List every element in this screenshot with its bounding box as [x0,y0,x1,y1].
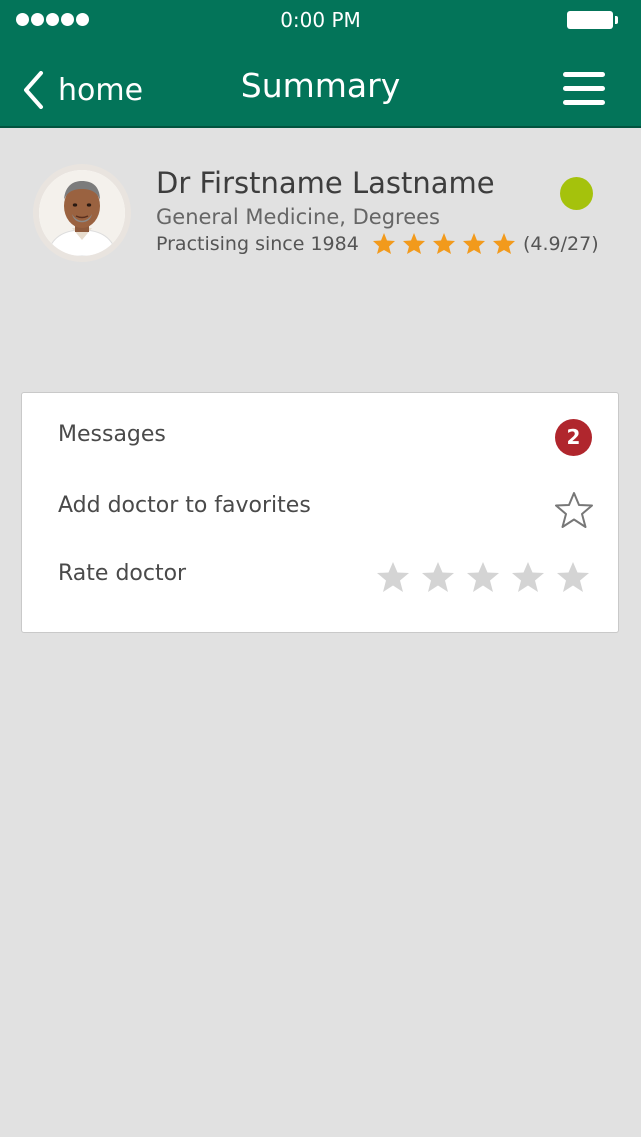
menu-button[interactable] [563,72,605,106]
messages-row[interactable]: Messages 2 [22,408,618,468]
app-header: 0:00 PM home Summary [0,0,641,128]
rate-star-1-icon[interactable] [376,561,410,593]
doctor-name: Dr Firstname Lastname [156,166,495,200]
status-time: 0:00 PM [280,8,361,32]
doctor-photo [39,170,125,256]
rating-summary: (4.9/27) [523,233,599,255]
star-icon [493,233,515,254]
rate-doctor-label: Rate doctor [58,561,187,586]
doctor-rating-stars [372,232,516,255]
rate-star-4-icon[interactable] [511,561,545,593]
rate-star-3-icon[interactable] [466,561,500,593]
doctor-practising-since: Practising since 1984 [156,233,359,255]
star-icon [403,233,425,254]
add-to-favorites-row[interactable]: Add doctor to favorites [22,479,618,539]
doctor-specialty: General Medicine, Degrees [156,205,440,229]
star-icon [463,233,485,254]
rate-doctor-row: Rate doctor [22,547,618,607]
favorites-label: Add doctor to favorites [58,493,311,518]
messages-count-badge: 2 [555,419,592,456]
actions-card: Messages 2 Add doctor to favorites Rate … [21,392,619,633]
star-outline-icon[interactable] [554,491,594,529]
back-label: home [58,72,144,108]
star-icon [433,233,455,254]
online-status-indicator [560,177,593,210]
messages-label: Messages [58,422,166,447]
star-icon [373,233,395,254]
rate-stars-input[interactable] [376,561,590,593]
avatar [33,164,131,262]
status-bar: 0:00 PM [0,0,641,40]
battery-icon [567,11,618,29]
rate-star-2-icon[interactable] [421,561,455,593]
hamburger-icon [563,72,605,77]
rate-star-5-icon[interactable] [556,561,590,593]
chevron-left-icon [24,71,43,109]
back-button[interactable]: home [22,68,143,112]
